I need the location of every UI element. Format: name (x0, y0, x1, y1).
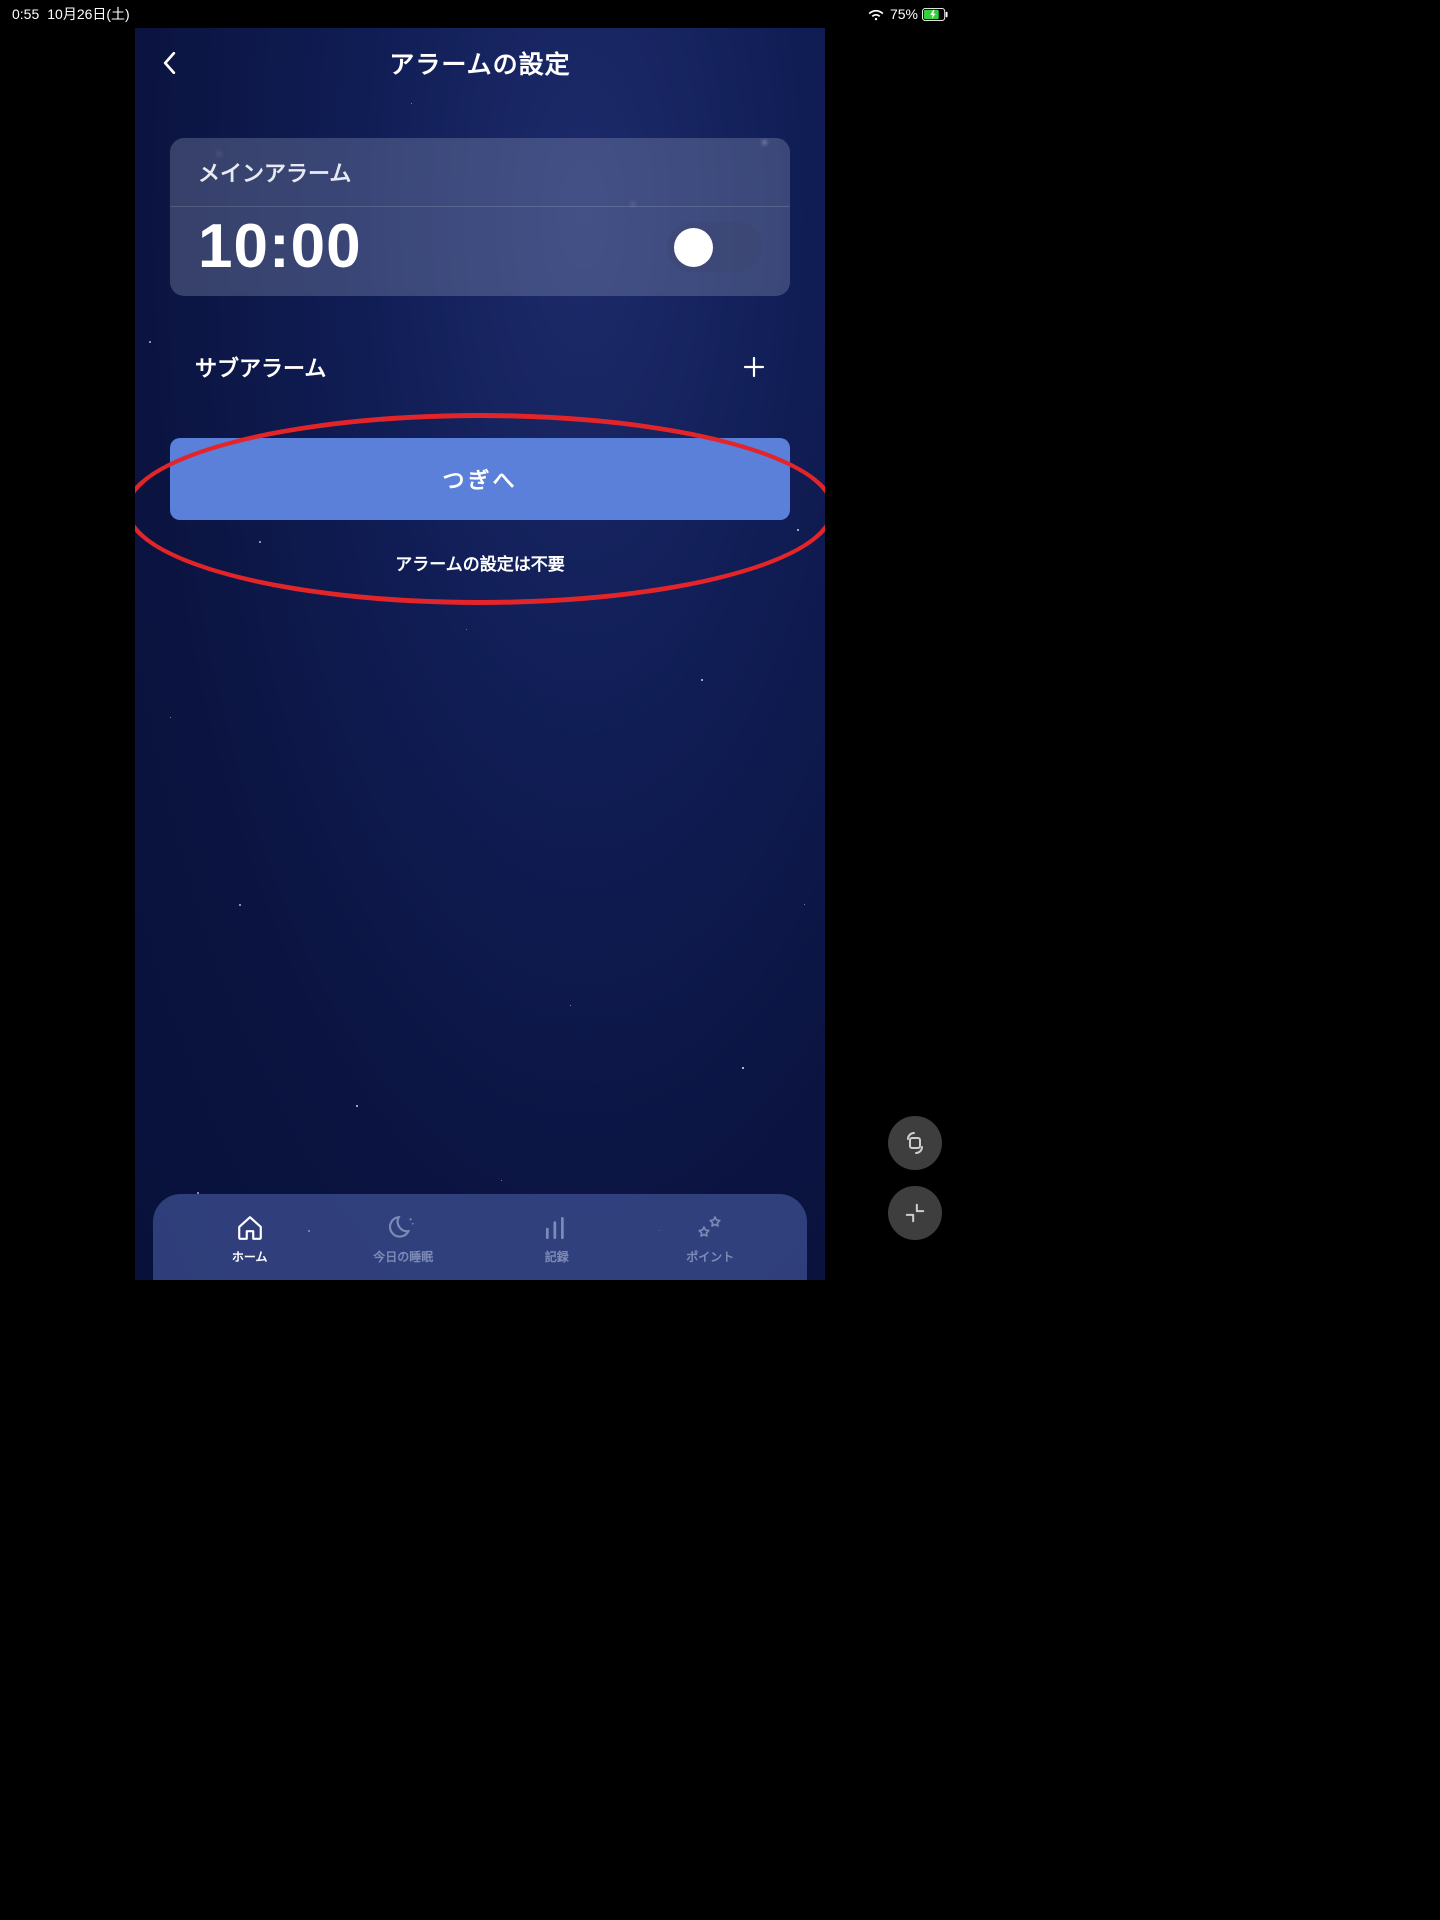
status-bar: 0:55 10月26日(土) 75% (0, 0, 960, 28)
tab-records[interactable]: 記録 (480, 1213, 634, 1265)
status-time: 0:55 (12, 6, 39, 22)
main-alarm-body: 10:00 (170, 207, 790, 296)
skip-alarm-link[interactable]: アラームの設定は不要 (170, 550, 790, 575)
overlay-collapse-button[interactable] (888, 1186, 942, 1240)
status-left: 0:55 10月26日(土) (12, 4, 130, 24)
main-alarm-card[interactable]: メインアラーム 10:00 (170, 138, 790, 296)
back-button[interactable] (157, 51, 181, 75)
main-alarm-toggle[interactable] (667, 222, 762, 272)
status-right: 75% (868, 6, 948, 22)
sub-alarm-row: サブアラーム (170, 296, 790, 383)
wifi-icon (868, 8, 884, 20)
toggle-knob (674, 228, 713, 267)
moon-icon (388, 1213, 418, 1243)
tab-points[interactable]: ポイント (634, 1213, 788, 1265)
tab-today-sleep[interactable]: 今日の睡眠 (327, 1213, 481, 1265)
action-zone: つぎへ アラームの設定は不要 (170, 438, 790, 575)
bar-chart-icon (542, 1213, 572, 1243)
tab-points-label: ポイント (686, 1248, 734, 1265)
add-sub-alarm-button[interactable] (743, 351, 765, 383)
status-date: 10月26日(土) (47, 4, 129, 24)
tab-home-label: ホーム (232, 1248, 268, 1265)
next-button[interactable]: つぎへ (170, 438, 790, 520)
battery-icon (922, 8, 948, 21)
content: メインアラーム 10:00 サブアラーム つぎへ アラームの設定は不要 (135, 98, 825, 575)
app-frame: アラームの設定 メインアラーム 10:00 サブアラーム つぎへ アラームの設定… (135, 28, 825, 1280)
overlay-copy-button[interactable] (888, 1116, 942, 1170)
tab-home[interactable]: ホーム (173, 1213, 327, 1265)
battery-pct: 75% (890, 6, 918, 22)
sub-alarm-label: サブアラーム (195, 351, 326, 383)
tab-today-label: 今日の睡眠 (373, 1248, 433, 1265)
header: アラームの設定 (135, 28, 825, 98)
main-alarm-label: メインアラーム (170, 138, 790, 207)
page-title: アラームの設定 (389, 45, 570, 81)
tab-bar: ホーム 今日の睡眠 記録 ポイント (153, 1194, 807, 1280)
stars-icon (695, 1213, 725, 1243)
battery-status: 75% (890, 6, 948, 22)
tab-records-label: 記録 (545, 1248, 569, 1265)
home-icon (235, 1213, 265, 1243)
main-alarm-time[interactable]: 10:00 (198, 216, 362, 278)
